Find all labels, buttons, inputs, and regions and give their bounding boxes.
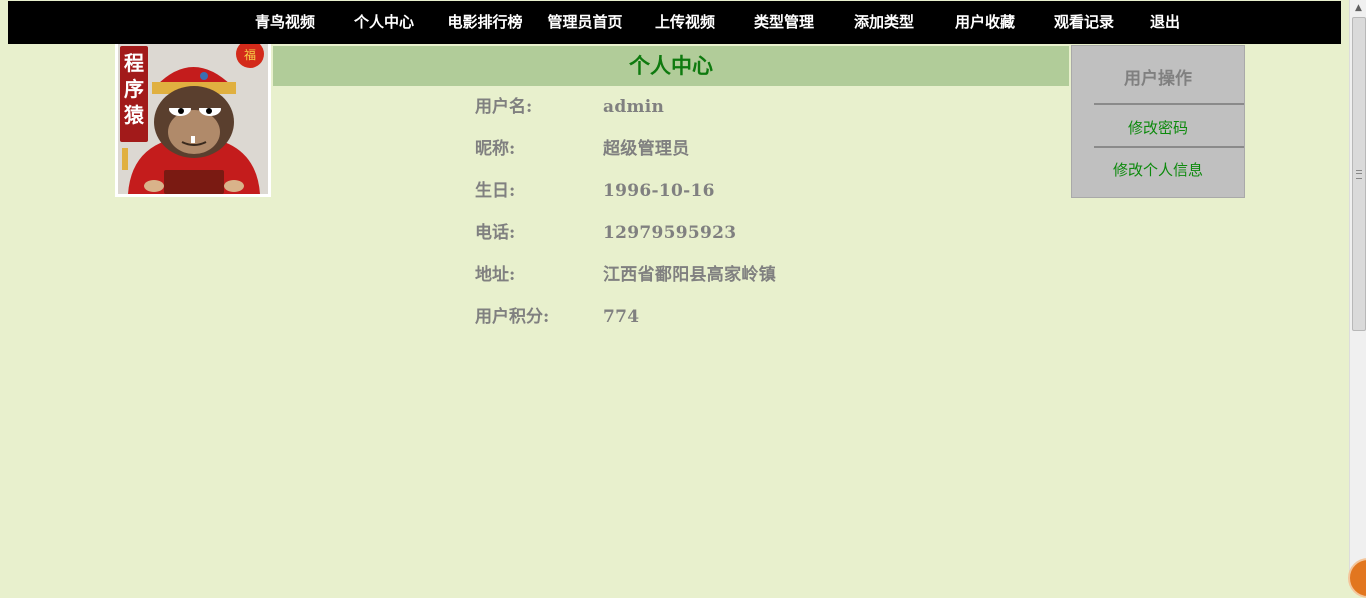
scroll-up-arrow-icon[interactable]: ▲: [1350, 0, 1366, 17]
divider: [1094, 146, 1244, 148]
field-value: 超级管理员: [603, 139, 690, 159]
svg-text:程: 程: [124, 51, 144, 75]
vertical-scrollbar[interactable]: ▲: [1349, 0, 1366, 579]
edit-profile-link[interactable]: 修改个人信息: [1072, 159, 1244, 180]
field-label: 用户积分:: [475, 307, 550, 327]
field-value: 1996-10-16: [603, 181, 715, 201]
page-title: 个人中心: [273, 46, 1069, 86]
field-value: 江西省鄱阳县高家岭镇: [603, 265, 776, 285]
nav-item-upload-video[interactable]: 上传视频: [655, 1, 715, 44]
svg-text:序: 序: [124, 77, 144, 101]
divider: [1094, 103, 1244, 105]
field-label: 地址:: [475, 265, 516, 285]
field-value: admin: [603, 97, 665, 117]
field-label: 电话:: [475, 223, 516, 243]
grip-icon: [1356, 170, 1362, 179]
nav-item-movie-ranking[interactable]: 电影排行榜: [447, 1, 522, 44]
field-label: 用户名:: [475, 97, 533, 117]
field-value: 12979595923: [603, 223, 737, 243]
nav-item-admin-home[interactable]: 管理员首页: [547, 1, 622, 44]
top-nav: 青鸟视频 个人中心 电影排行榜 管理员首页 上传视频 类型管理 添加类型 用户收…: [8, 1, 1341, 44]
nav-item-home[interactable]: 青鸟视频: [255, 1, 315, 44]
nav-item-logout[interactable]: 退出: [1150, 1, 1180, 44]
change-password-link[interactable]: 修改密码: [1072, 117, 1244, 138]
svg-text:猿: 猿: [123, 103, 145, 127]
user-operations-title: 用户操作: [1124, 69, 1192, 89]
avatar: 程 序 猿 福: [115, 44, 271, 197]
avatar-image: 程 序 猿 福: [118, 44, 268, 194]
field-label: 生日:: [475, 181, 516, 201]
page: 青鸟视频 个人中心 电影排行榜 管理员首页 上传视频 类型管理 添加类型 用户收…: [0, 0, 1349, 579]
field-label: 昵称:: [475, 139, 516, 159]
nav-item-watch-history[interactable]: 观看记录: [1054, 1, 1114, 44]
field-value: 774: [603, 307, 640, 327]
nav-item-personal-center[interactable]: 个人中心: [354, 1, 414, 44]
svg-text:福: 福: [244, 47, 256, 62]
nav-item-user-favorites[interactable]: 用户收藏: [955, 1, 1015, 44]
nav-item-add-type[interactable]: 添加类型: [854, 1, 914, 44]
scroll-thumb[interactable]: [1352, 17, 1366, 331]
nav-item-type-management[interactable]: 类型管理: [754, 1, 814, 44]
user-operations-panel: 用户操作 修改密码 修改个人信息: [1071, 45, 1245, 198]
